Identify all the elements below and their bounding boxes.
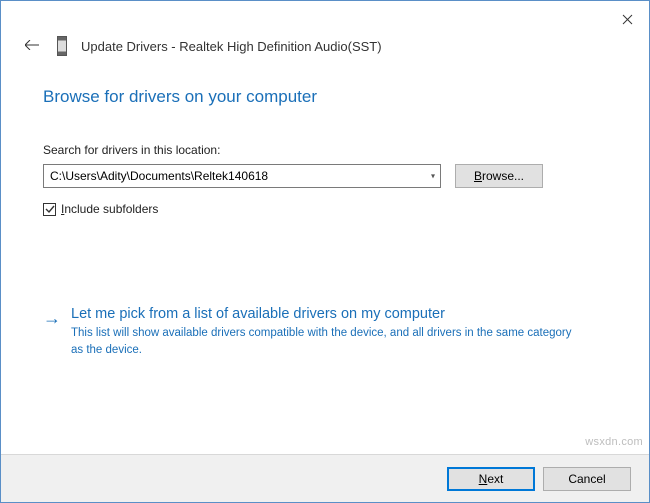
close-button[interactable] [617,9,637,29]
option-description: This list will show available drivers co… [71,325,581,358]
watermark: wsxdn.com [585,436,643,448]
browse-button-label: Browse... [474,169,524,183]
path-row: ▾ Browse... [43,164,607,188]
path-input-wrap: ▾ [43,164,441,188]
path-input[interactable] [43,164,441,188]
window-title: Update Drivers - Realtek High Definition… [81,39,382,54]
next-button-label: Next [479,472,504,486]
pick-from-list-option[interactable]: → Let me pick from a list of available d… [43,306,607,358]
dialog-footer: Next Cancel [1,454,649,502]
checkmark-icon [45,205,55,214]
option-title: Let me pick from a list of available dri… [71,306,607,322]
back-button[interactable] [21,35,43,57]
dialog-content: Browse for drivers on your computer Sear… [1,57,649,358]
browse-button[interactable]: Browse... [455,164,543,188]
update-drivers-dialog: Update Drivers - Realtek High Definition… [0,0,650,503]
option-text: Let me pick from a list of available dri… [71,306,607,358]
search-location-label: Search for drivers in this location: [43,143,607,157]
back-arrow-icon [25,40,39,50]
include-subfolders-checkbox[interactable] [43,203,56,216]
include-subfolders-row: Include subfolders [43,202,607,216]
driver-icon [57,36,67,56]
arrow-right-icon: → [43,306,61,358]
close-icon [622,14,633,25]
cancel-button[interactable]: Cancel [543,467,631,491]
page-heading: Browse for drivers on your computer [43,87,607,107]
include-subfolders-label: Include subfolders [61,202,158,216]
dialog-header: Update Drivers - Realtek High Definition… [1,1,649,57]
next-button[interactable]: Next [447,467,535,491]
